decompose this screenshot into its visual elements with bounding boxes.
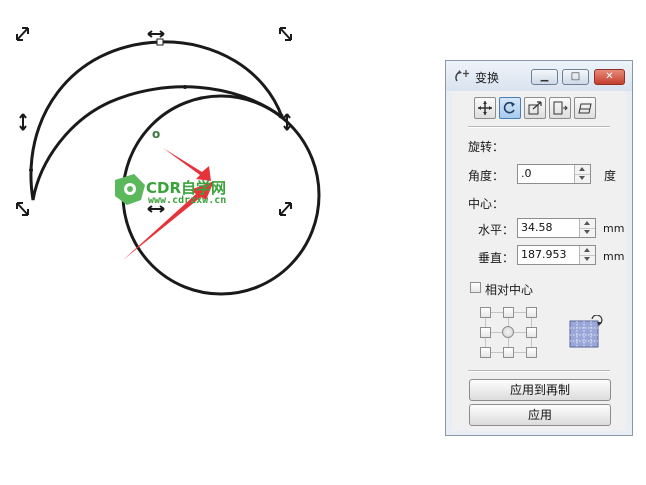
- separator: [468, 370, 610, 371]
- anchor-middle-left[interactable]: [480, 327, 491, 338]
- maximize-button[interactable]: □: [562, 69, 589, 85]
- maximize-icon: □: [570, 71, 581, 82]
- transform-icon: [455, 70, 469, 82]
- node-handle[interactable]: [156, 38, 164, 46]
- vertical-spinner[interactable]: [579, 246, 595, 264]
- object-preview-icon: [569, 315, 603, 348]
- horizontal-value: 34.58: [521, 221, 553, 234]
- watermark: CDR自学网 www.cdrzxw.cn: [112, 175, 242, 215]
- position-icon: [478, 101, 492, 115]
- center-section-label: 中心：: [468, 197, 505, 211]
- anchor-top-right[interactable]: [526, 307, 537, 318]
- rotate-section-label: 旋转：: [468, 140, 505, 154]
- node-point: [183, 85, 187, 89]
- angle-input[interactable]: .0: [517, 164, 591, 184]
- rotation-center-marker[interactable]: o: [152, 127, 160, 141]
- horizontal-unit: mm: [603, 222, 625, 235]
- transform-docker: 变换 ▁ □ ✕ 旋转： 角度： .0 度 中心： 水平： 34.58 mm 垂…: [445, 60, 633, 436]
- vertical-label: 垂直：: [478, 251, 515, 265]
- separator: [468, 126, 610, 127]
- rotate-icon: [503, 101, 515, 114]
- size-mode-button[interactable]: [549, 97, 571, 119]
- position-mode-button[interactable]: [474, 97, 496, 119]
- scale-mode-button[interactable]: [524, 97, 546, 119]
- anchor-top-left[interactable]: [480, 307, 491, 318]
- watermark-url: www.cdrzxw.cn: [148, 195, 227, 206]
- angle-spinner[interactable]: [574, 165, 590, 183]
- anchor-bottom-left[interactable]: [480, 347, 491, 358]
- horizontal-label: 水平：: [478, 223, 515, 237]
- horizontal-input[interactable]: 34.58: [517, 218, 596, 238]
- vertical-unit: mm: [603, 250, 625, 263]
- skew-mode-button[interactable]: [574, 97, 596, 119]
- close-icon: ✕: [605, 71, 614, 82]
- anchor-top-center[interactable]: [503, 307, 514, 318]
- horizontal-spinner[interactable]: [579, 219, 595, 237]
- angle-label: 角度：: [468, 169, 505, 183]
- drawing-canvas[interactable]: o CDR自学网 www.cdrzxw.cn: [0, 0, 440, 485]
- skew-icon: [578, 103, 592, 114]
- canvas-drawing: [16, 27, 321, 296]
- anchor-middle-right[interactable]: [526, 327, 537, 338]
- close-button[interactable]: ✕: [594, 69, 625, 85]
- minimize-button[interactable]: ▁: [531, 69, 558, 85]
- angle-value: .0: [521, 167, 532, 180]
- vertical-value: 187.953: [521, 248, 567, 261]
- anchor-bottom-right[interactable]: [526, 347, 537, 358]
- size-icon: [553, 101, 568, 115]
- relative-center-label: 相对中心: [485, 283, 534, 297]
- node-point: [29, 168, 33, 172]
- anchor-bottom-center[interactable]: [503, 347, 514, 358]
- angle-unit: 度: [604, 169, 617, 183]
- scale-icon: [528, 101, 542, 115]
- minimize-icon: ▁: [540, 71, 549, 82]
- rotate-mode-button[interactable]: [499, 97, 521, 119]
- apply-to-duplicate-button[interactable]: 应用到再制: [469, 379, 611, 401]
- docker-body: 旋转： 角度： .0 度 中心： 水平： 34.58 mm 垂直： 187.95…: [452, 91, 626, 431]
- docker-title: 变换: [475, 71, 500, 85]
- relative-center-checkbox[interactable]: [470, 282, 481, 293]
- anchor-center[interactable]: [502, 326, 514, 338]
- vertical-input[interactable]: 187.953: [517, 245, 596, 265]
- node-point: [278, 113, 284, 119]
- apply-button[interactable]: 应用: [469, 404, 611, 426]
- docker-titlebar[interactable]: 变换 ▁ □ ✕: [446, 61, 632, 91]
